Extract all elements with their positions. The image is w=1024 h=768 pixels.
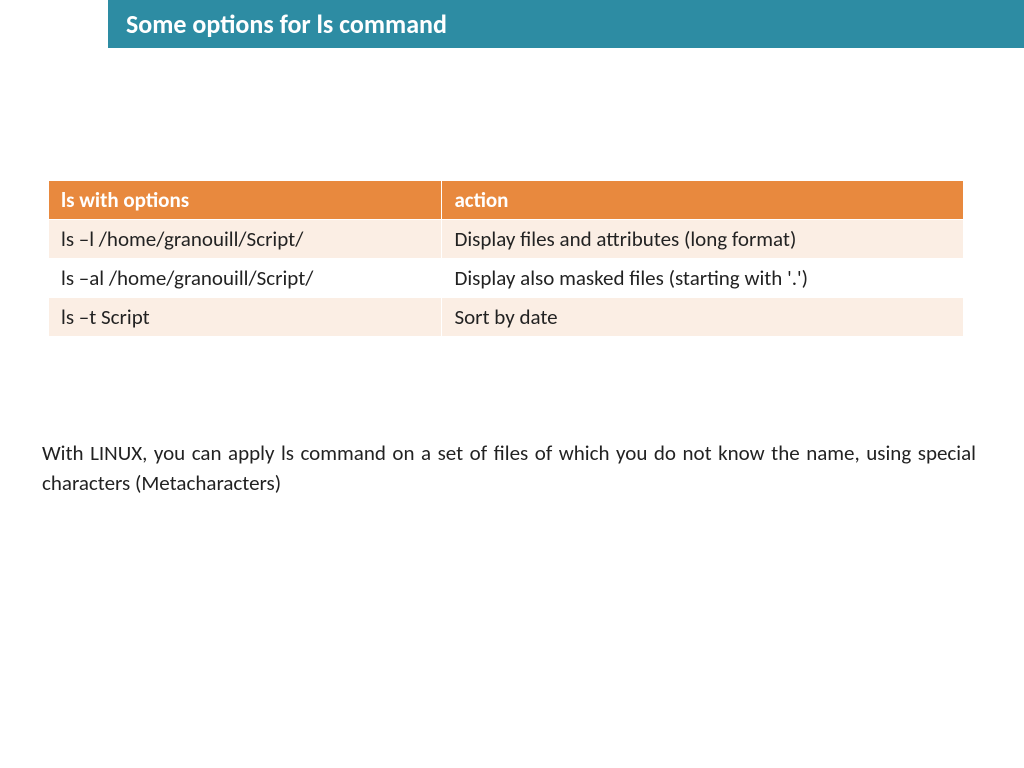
cell-command: ls –l /home/granouill/Script/ [49, 220, 442, 259]
header-ls-with-options: ls with options [49, 181, 442, 220]
cell-command: ls –al /home/granouill/Script/ [49, 259, 442, 298]
table-header-row: ls with options action [49, 181, 964, 220]
paragraph-metacharacters: With LINUX, you can apply ls command on … [42, 438, 976, 499]
table-row: ls –al /home/granouill/Script/ Display a… [49, 259, 964, 298]
options-table: ls with options action ls –l /home/grano… [48, 180, 964, 337]
cell-command: ls –t Script [49, 298, 442, 337]
table-row: ls –l /home/granouill/Script/ Display fi… [49, 220, 964, 259]
header-action: action [442, 181, 964, 220]
table-row: ls –t Script Sort by date [49, 298, 964, 337]
ls-options-table: ls with options action ls –l /home/grano… [48, 180, 964, 337]
cell-action: Display files and attributes (long forma… [442, 220, 964, 259]
title-bar: Some options for ls command [108, 0, 1024, 48]
cell-action: Sort by date [442, 298, 964, 337]
cell-action: Display also masked files (starting with… [442, 259, 964, 298]
page-title: Some options for ls command [126, 8, 447, 40]
